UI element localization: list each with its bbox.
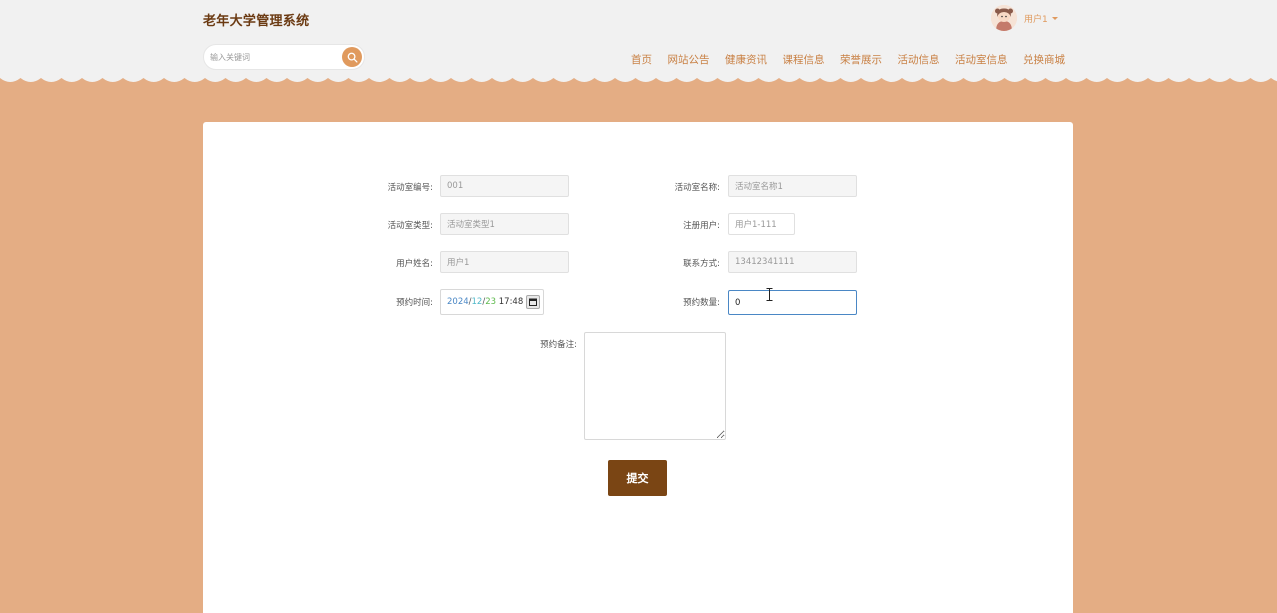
quantity-label: 预约数量:: [683, 298, 720, 308]
date-day: 23: [485, 297, 497, 307]
nav-item-honors[interactable]: 荣誉展示: [840, 52, 882, 67]
text-cursor-icon: [766, 288, 773, 301]
user-name-label: 用户姓名:: [396, 259, 433, 269]
search-button[interactable]: [342, 47, 362, 67]
avatar: [991, 5, 1017, 31]
note-label: 预约备注:: [540, 340, 577, 350]
booking-time-picker[interactable]: 2024/12/23 17:48: [440, 289, 544, 315]
booking-time-label: 预约时间:: [396, 298, 433, 308]
user-menu[interactable]: 用户1: [991, 4, 1058, 32]
reg-user-field[interactable]: [728, 213, 795, 235]
contact-label: 联系方式:: [683, 259, 720, 269]
submit-button[interactable]: 提交: [608, 460, 667, 496]
calendar-icon[interactable]: [526, 295, 540, 309]
contact-field[interactable]: [728, 251, 857, 273]
user-name: 用户1: [1024, 14, 1048, 25]
nav-item-activity-rooms[interactable]: 活动室信息: [955, 52, 1008, 67]
date-year: 2024: [447, 297, 469, 307]
room-name-label: 活动室名称:: [674, 183, 720, 193]
search-icon: [347, 52, 358, 63]
top-header: 老年大学管理系统 用户1 首页 网站公告 健康资讯 课程信息 荣誉展示: [0, 0, 1277, 78]
room-type-label: 活动室类型:: [387, 221, 433, 231]
room-no-field[interactable]: [440, 175, 569, 197]
reg-user-label: 注册用户:: [683, 221, 720, 231]
quantity-input[interactable]: [728, 290, 857, 315]
note-textarea[interactable]: [584, 332, 726, 440]
search-box: [203, 44, 365, 70]
nav-item-courses[interactable]: 课程信息: [783, 52, 825, 67]
main-nav: 首页 网站公告 健康资讯 课程信息 荣誉展示 活动信息 活动室信息 兑换商城: [616, 52, 1065, 67]
nav-item-home[interactable]: 首页: [631, 52, 652, 67]
user-name-field[interactable]: [440, 251, 569, 273]
room-type-field[interactable]: [440, 213, 569, 235]
date-month: 12: [471, 297, 483, 307]
nav-item-activities[interactable]: 活动信息: [898, 52, 940, 67]
date-time: 17:48: [498, 297, 524, 307]
search-input[interactable]: [210, 50, 338, 65]
nav-item-shop[interactable]: 兑换商城: [1023, 52, 1065, 67]
room-name-field[interactable]: [728, 175, 857, 197]
site-title: 老年大学管理系统: [203, 14, 310, 29]
nav-item-announcements[interactable]: 网站公告: [668, 52, 710, 67]
chevron-down-icon: [1051, 16, 1058, 20]
booking-form-card: 活动室编号: 活动室名称: 活动室类型: 注册用户: 用户姓名: 联系方式: 预…: [203, 122, 1073, 613]
header-wave-divider: [0, 76, 1277, 82]
room-no-label: 活动室编号:: [387, 183, 433, 193]
nav-item-health-news[interactable]: 健康资讯: [725, 52, 767, 67]
